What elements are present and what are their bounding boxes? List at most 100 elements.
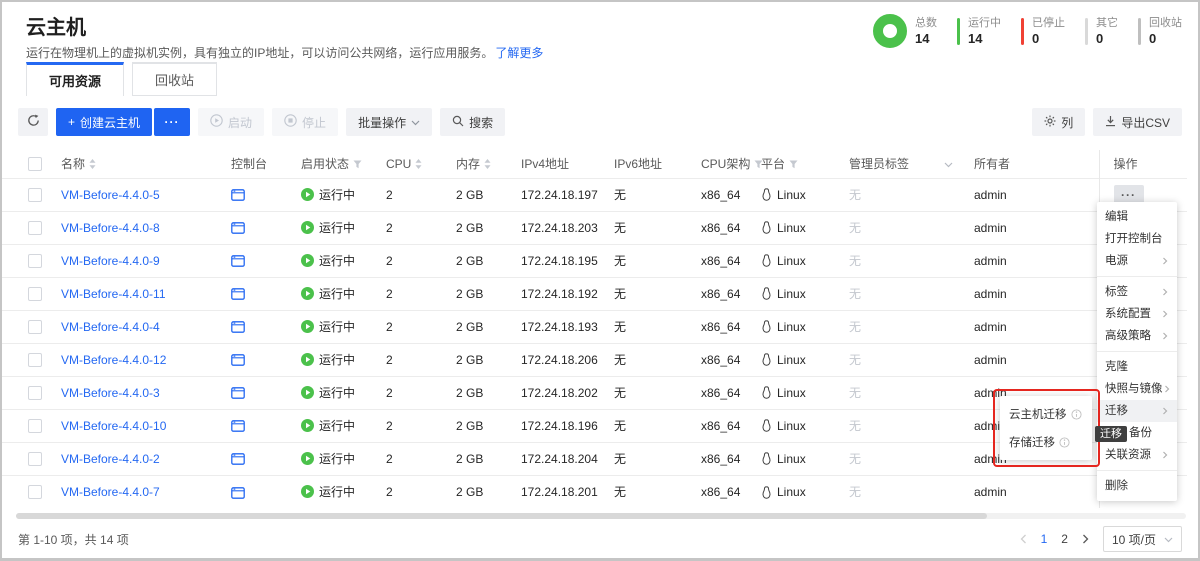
- row-checkbox[interactable]: [28, 188, 42, 202]
- console-icon[interactable]: [231, 387, 245, 399]
- console-icon[interactable]: [231, 354, 245, 366]
- menu-item-clone[interactable]: 克隆: [1097, 356, 1177, 378]
- console-icon[interactable]: [231, 288, 245, 300]
- collapse-cell: [940, 310, 970, 343]
- start-button[interactable]: 启动: [198, 108, 264, 136]
- filter-icon[interactable]: [353, 160, 362, 169]
- table-row: VM-Before-4.4.0-7 运行中 2 2 GB 172.24.18.2…: [2, 475, 1187, 508]
- vm-name-link[interactable]: VM-Before-4.4.0-5: [61, 188, 160, 202]
- platform-text: Linux: [777, 386, 806, 400]
- page-number-2[interactable]: 2: [1061, 532, 1068, 546]
- vm-name-link[interactable]: VM-Before-4.4.0-10: [61, 419, 166, 433]
- select-all-checkbox[interactable]: [28, 157, 42, 171]
- migrate-submenu: 云主机迁移存储迁移: [1000, 396, 1092, 460]
- row-checkbox[interactable]: [28, 353, 42, 367]
- column-header-ipv6: IPv6地址: [610, 150, 697, 178]
- console-icon[interactable]: [231, 321, 245, 333]
- menu-item-snapshot-image[interactable]: 快照与镜像: [1097, 378, 1177, 400]
- menu-item-system-config[interactable]: 系统配置: [1097, 303, 1177, 325]
- ipv4-cell: 172.24.18.192: [517, 277, 610, 310]
- console-icon[interactable]: [231, 222, 245, 234]
- tab-recycle-bin[interactable]: 回收站: [132, 62, 217, 96]
- cpu-cell: 2: [382, 376, 452, 409]
- sort-icon[interactable]: [89, 159, 96, 169]
- menu-item-migrate[interactable]: 迁移: [1097, 400, 1177, 422]
- next-page-button[interactable]: [1082, 534, 1089, 544]
- menu-item-power[interactable]: 电源: [1097, 250, 1177, 272]
- row-checkbox[interactable]: [28, 254, 42, 268]
- vm-name-link[interactable]: VM-Before-4.4.0-4: [61, 320, 160, 334]
- vm-name-link[interactable]: VM-Before-4.4.0-3: [61, 386, 160, 400]
- column-header-status[interactable]: 启用状态: [297, 150, 382, 178]
- arch-cell: x86_64: [697, 409, 757, 442]
- row-checkbox[interactable]: [28, 221, 42, 235]
- stop-button[interactable]: 停止: [272, 108, 338, 136]
- create-vm-label: 创建云主机: [80, 114, 140, 131]
- console-icon[interactable]: [231, 255, 245, 267]
- vm-name-link[interactable]: VM-Before-4.4.0-9: [61, 254, 160, 268]
- prev-page-button[interactable]: [1020, 534, 1027, 544]
- batch-operations-button[interactable]: 批量操作: [346, 108, 432, 136]
- learn-more-link[interactable]: 了解更多: [495, 46, 543, 60]
- row-checkbox[interactable]: [28, 485, 42, 499]
- platform-cell: Linux: [761, 320, 806, 334]
- column-header-arch[interactable]: CPU架构: [697, 150, 757, 178]
- ipv6-cell: 无: [610, 211, 697, 244]
- page-number-1[interactable]: 1: [1041, 532, 1048, 546]
- stat-label: 其它: [1096, 16, 1118, 30]
- console-icon[interactable]: [231, 453, 245, 465]
- page-size-select[interactable]: 10 项/页: [1103, 526, 1182, 552]
- sort-icon[interactable]: [415, 159, 422, 169]
- columns-button[interactable]: 列: [1032, 108, 1085, 136]
- create-vm-button[interactable]: + 创建云主机: [56, 108, 152, 136]
- column-header-name[interactable]: 名称: [57, 150, 227, 178]
- menu-item-edit[interactable]: 编辑: [1097, 206, 1177, 228]
- admin-tag-cell: 无: [845, 376, 940, 409]
- vm-name-link[interactable]: VM-Before-4.4.0-8: [61, 221, 160, 235]
- submenu-item-vm-migrate[interactable]: 云主机迁移: [1000, 400, 1092, 428]
- total-donut-icon: [873, 14, 907, 48]
- row-checkbox[interactable]: [28, 287, 42, 301]
- platform-text: Linux: [777, 485, 806, 499]
- status-badge: 运行中: [301, 483, 355, 500]
- submenu-item-storage-migrate[interactable]: 存储迁移: [1000, 428, 1092, 456]
- row-checkbox[interactable]: [28, 386, 42, 400]
- vm-name-link[interactable]: VM-Before-4.4.0-12: [61, 353, 166, 367]
- vm-name-link[interactable]: VM-Before-4.4.0-7: [61, 485, 160, 499]
- stat-bar-icon: [1021, 18, 1024, 45]
- stats-panel: 总数 14 运行中 14 已停止 0: [873, 14, 1182, 48]
- tab-available-resources[interactable]: 可用资源: [26, 62, 124, 96]
- column-header-memory[interactable]: 内存: [452, 150, 517, 178]
- menu-item-delete[interactable]: 删除: [1097, 475, 1177, 497]
- column-label: IPv6地址: [614, 157, 662, 171]
- platform-cell: Linux: [761, 188, 806, 202]
- running-icon: [301, 188, 314, 201]
- column-collapse-control[interactable]: [940, 150, 970, 178]
- console-icon[interactable]: [231, 487, 245, 499]
- more-actions-button[interactable]: ···: [154, 108, 190, 136]
- search-button[interactable]: 搜索: [440, 108, 505, 136]
- menu-item-advanced-policy[interactable]: 高级策略: [1097, 325, 1177, 347]
- menu-item-tags[interactable]: 标签: [1097, 281, 1177, 303]
- console-icon[interactable]: [231, 189, 245, 201]
- sort-icon[interactable]: [484, 159, 491, 169]
- table-row: VM-Before-4.4.0-4 运行中 2 2 GB 172.24.18.1…: [2, 310, 1187, 343]
- play-circle-icon: [210, 114, 223, 130]
- column-header-cpu[interactable]: CPU: [382, 150, 452, 178]
- column-header-platform[interactable]: 平台: [757, 150, 845, 178]
- refresh-button[interactable]: [18, 108, 48, 136]
- info-icon: [1059, 437, 1070, 448]
- export-csv-button[interactable]: 导出CSV: [1093, 108, 1182, 136]
- row-checkbox[interactable]: [28, 320, 42, 334]
- console-icon[interactable]: [231, 420, 245, 432]
- row-checkbox[interactable]: [28, 419, 42, 433]
- menu-item-related-resources[interactable]: 关联资源: [1097, 444, 1177, 466]
- row-checkbox[interactable]: [28, 452, 42, 466]
- filter-icon[interactable]: [789, 160, 798, 169]
- vm-name-link[interactable]: VM-Before-4.4.0-2: [61, 452, 160, 466]
- arch-cell: x86_64: [697, 277, 757, 310]
- menu-item-open-console[interactable]: 打开控制台: [1097, 228, 1177, 250]
- vm-name-link[interactable]: VM-Before-4.4.0-11: [61, 287, 166, 301]
- menu-item-label: 编辑: [1105, 206, 1128, 228]
- status-text: 运行中: [319, 417, 355, 434]
